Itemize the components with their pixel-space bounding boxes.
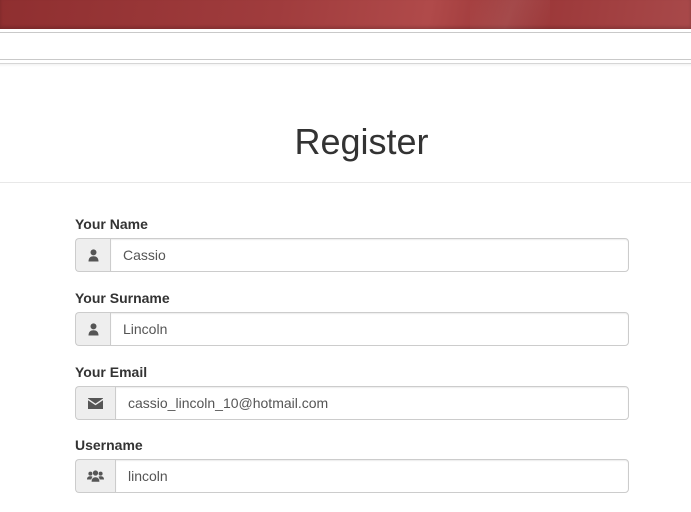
surname-input-group [75, 312, 629, 346]
page-title: Register [294, 121, 429, 162]
header-bar-highlight [470, 0, 550, 29]
name-input[interactable] [110, 238, 629, 272]
username-input-group [75, 459, 629, 493]
envelope-icon [75, 386, 115, 420]
email-label: Your Email [75, 364, 148, 380]
email-input[interactable] [115, 386, 629, 420]
name-input-group [75, 238, 629, 272]
surname-label: Your Surname [75, 290, 170, 306]
navigation-bar [0, 32, 691, 60]
user-icon [75, 238, 110, 272]
surname-input[interactable] [110, 312, 629, 346]
title-divider [0, 182, 691, 183]
user-icon [75, 312, 110, 346]
name-label: Your Name [75, 216, 148, 232]
surname-form-group: Your Surname [75, 288, 629, 346]
username-input[interactable] [115, 459, 629, 493]
email-form-group: Your Email [75, 362, 629, 420]
username-form-group: Username [75, 435, 629, 493]
username-label: Username [75, 437, 143, 453]
users-icon [75, 459, 115, 493]
navigation-bar-divider [0, 63, 691, 67]
name-form-group: Your Name [75, 214, 629, 272]
email-input-group [75, 386, 629, 420]
top-header-bar [0, 0, 691, 29]
